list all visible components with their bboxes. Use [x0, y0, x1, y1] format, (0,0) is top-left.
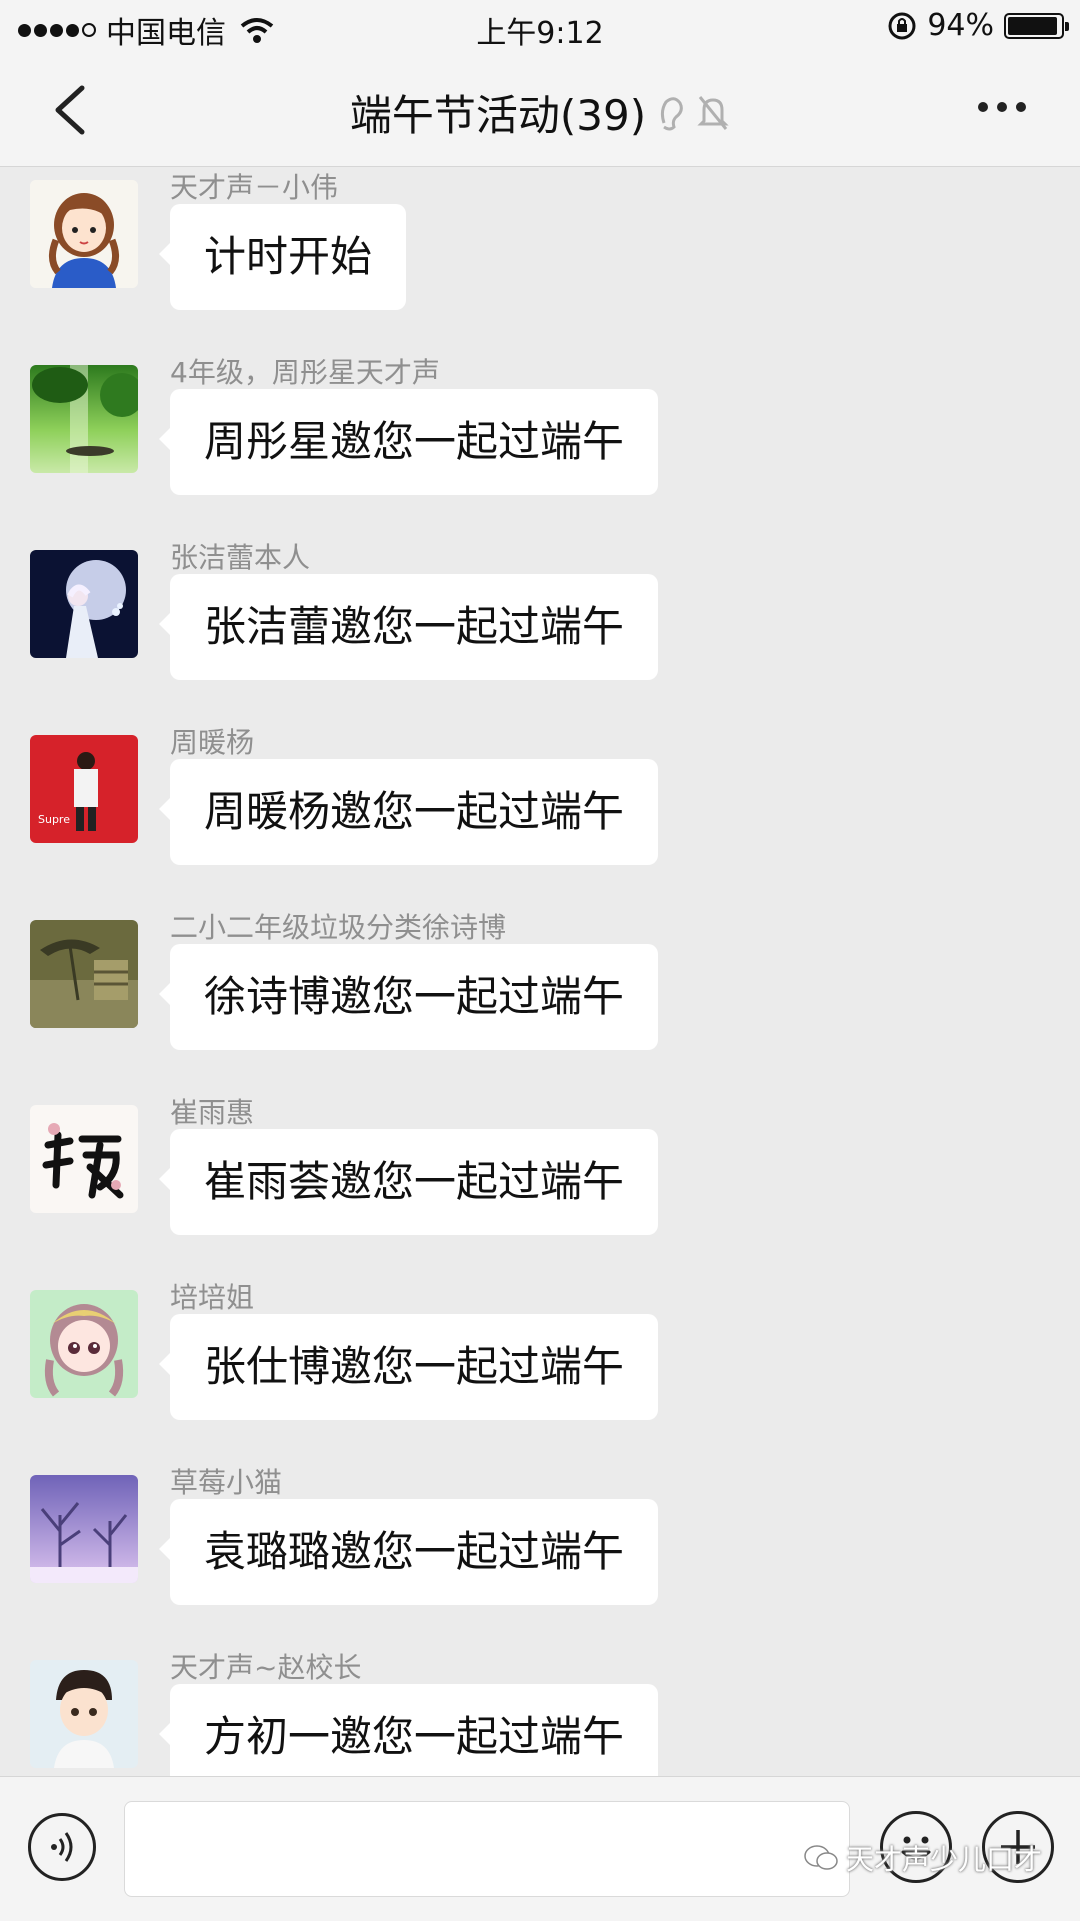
- status-bar: 中国电信 上午9:12 94%: [0, 0, 1080, 52]
- sender-name: 崔雨惠: [170, 1096, 255, 1129]
- watermark: 天才声少儿口才: [804, 1838, 1042, 1878]
- avatar[interactable]: [30, 920, 138, 1028]
- message-bubble[interactable]: 周彤星邀您一起过端午: [158, 389, 659, 495]
- message-bubble[interactable]: 计时开始: [158, 204, 407, 310]
- message-item: 培培姐 张仕博邀您一起过端午: [0, 1276, 1080, 1461]
- sender-name: 张洁蕾本人: [170, 541, 311, 574]
- message-bubble[interactable]: 周暖杨邀您一起过端午: [158, 759, 659, 865]
- more-button[interactable]: [978, 102, 1026, 112]
- message-item: 草莓小猫 袁璐璐邀您一起过端午: [0, 1461, 1080, 1646]
- message-bubble[interactable]: 张仕博邀您一起过端午: [158, 1314, 659, 1420]
- message-item: 张洁蕾本人 张洁蕾邀您一起过端午: [0, 536, 1080, 721]
- message-item: 天才声~赵校长 方初一邀您一起过端午: [0, 1646, 1080, 1776]
- avatar[interactable]: [30, 1290, 138, 1398]
- sender-name: 培培姐: [170, 1281, 255, 1314]
- battery-percent: 94%: [927, 8, 994, 43]
- message-item: Supre 周暖杨 周暖杨邀您一起过端午: [0, 721, 1080, 906]
- message-item: 崔雨惠 崔雨荟邀您一起过端午: [0, 1091, 1080, 1276]
- message-bubble[interactable]: 张洁蕾邀您一起过端午: [158, 574, 659, 680]
- message-bubble[interactable]: 袁璐璐邀您一起过端午: [158, 1499, 659, 1605]
- avatar[interactable]: [30, 550, 138, 658]
- sender-name: 二小二年级垃圾分类徐诗博: [170, 911, 507, 944]
- message-item: 二小二年级垃圾分类徐诗博 徐诗博邀您一起过端午: [0, 906, 1080, 1091]
- avatar[interactable]: Supre: [30, 735, 138, 843]
- battery-icon: [1004, 12, 1069, 39]
- avatar[interactable]: [30, 180, 138, 288]
- sender-name: 草莓小猫: [170, 1466, 283, 1499]
- message-item: 4年级，周彤星天才声 周彤星邀您一起过端午: [0, 351, 1080, 536]
- mute-bell-icon: [697, 95, 729, 130]
- sender-name: 周暖杨: [170, 726, 255, 759]
- wechat-icon: [804, 1845, 838, 1870]
- rotation-lock-icon: [888, 12, 916, 39]
- sender-name: 天才声－小伟: [170, 171, 339, 204]
- chat-title: 端午节活动(39): [349, 91, 647, 140]
- status-right: 94%: [887, 8, 1069, 43]
- svg-text:Supre: Supre: [38, 813, 70, 826]
- avatar[interactable]: [30, 365, 138, 473]
- voice-icon: [51, 1832, 73, 1862]
- voice-button[interactable]: [28, 1813, 96, 1881]
- sender-name: 4年级，周彤星天才声: [170, 356, 440, 389]
- message-bubble[interactable]: 崔雨荟邀您一起过端午: [158, 1129, 659, 1235]
- watermark-text: 天才声少儿口才: [845, 1843, 1042, 1876]
- message-bubble[interactable]: 徐诗博邀您一起过端午: [158, 944, 659, 1050]
- avatar[interactable]: [30, 1105, 138, 1213]
- sender-name: 天才声~赵校长: [170, 1651, 362, 1684]
- message-input[interactable]: [124, 1801, 850, 1897]
- ear-icon: [661, 96, 683, 130]
- nav-bar: 端午节活动(39): [0, 52, 1080, 167]
- avatar[interactable]: [30, 1475, 138, 1583]
- message-item: 天才声－小伟 计时开始: [0, 166, 1080, 351]
- message-bubble[interactable]: 方初一邀您一起过端午: [158, 1684, 659, 1776]
- avatar[interactable]: [30, 1660, 138, 1768]
- chat-title-container: 端午节活动(39): [0, 82, 1080, 143]
